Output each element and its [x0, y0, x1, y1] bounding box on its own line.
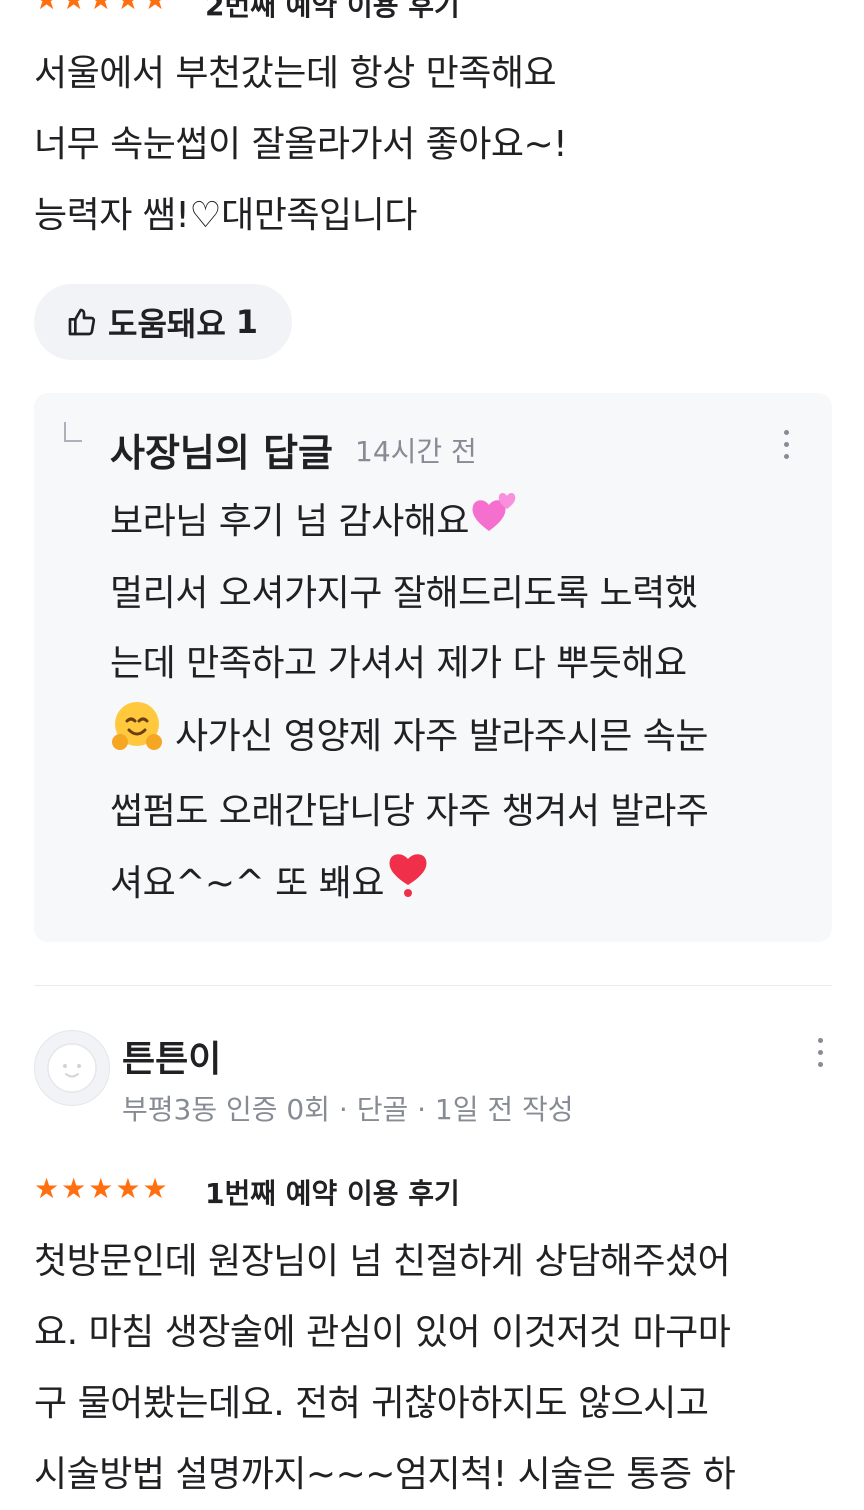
- review2-visit-label: 1번째 예약 이용 후기: [205, 1177, 460, 1210]
- star-icon: ★: [115, 0, 140, 14]
- two-hearts-emoji: [469, 487, 519, 559]
- review2-stars: ★ ★ ★ ★ ★: [34, 1175, 168, 1203]
- review2-line: 구 물어봤는데요. 전혀 귀찮아하지도 않으시고: [34, 1383, 709, 1424]
- review1-visit-label: 2번째 예약 이용 후기: [205, 0, 460, 22]
- reply-line: 썹펌도 오래간답니당 자주 챙겨서 발라주: [110, 791, 709, 832]
- review2-meta: 부평3동 인증 0회 · 단골 · 1일 전 작성: [122, 1093, 574, 1126]
- star-icon: ★: [142, 0, 167, 14]
- reply-line: 는데 만족하고 가셔서 제가 다 뿌듯해요: [110, 643, 687, 684]
- review2-more-button[interactable]: [806, 1038, 834, 1074]
- reply-title: 사장님의 답글: [110, 431, 333, 475]
- review2-line: 시술방법 설명까지~~~엄지척! 시술은 통증 하: [34, 1454, 736, 1495]
- review1-line: 서울에서 부천갔는데 항상 만족해요: [34, 53, 557, 94]
- more-vertical-icon: [817, 1038, 823, 1074]
- review1-line: 너무 속눈썹이 잘올라가서 좋아요~!: [34, 124, 568, 165]
- star-icon: ★: [115, 1172, 141, 1205]
- avatar[interactable]: [34, 1030, 110, 1106]
- star-icon: ★: [88, 1172, 114, 1205]
- review1-line: 능력자 쌤!♡대만족입니다: [34, 195, 417, 236]
- hugging-face-emoji: [110, 699, 164, 777]
- helpful-button[interactable]: 도움돼요 1: [34, 284, 292, 360]
- review1-body: 서울에서 부천갔는데 항상 만족해요 너무 속눈썹이 잘올라가서 좋아요~! 능…: [34, 38, 834, 251]
- star-icon: ★: [34, 0, 59, 14]
- review-divider: [34, 985, 832, 986]
- review2-line: 첫방문인데 원장님이 넘 친절하게 상담해주셨어: [34, 1241, 731, 1282]
- star-icon: ★: [61, 0, 86, 14]
- star-icon: ★: [142, 1172, 168, 1205]
- reply-line: 사가신 영양제 자주 발라주시믄 속눈: [110, 699, 810, 777]
- star-icon: ★: [88, 0, 113, 14]
- reply-time: 14시간 전: [355, 435, 477, 468]
- helpful-count: 1: [235, 303, 259, 341]
- review2-username[interactable]: 튼튼이: [122, 1030, 221, 1082]
- review1-stars: ★ ★ ★ ★ ★: [34, 0, 168, 14]
- helpful-label: 도움돼요: [108, 305, 226, 343]
- reply-line: 멀리서 오셔가지구 잘해드리도록 노력했: [110, 573, 698, 614]
- reply-arrow-icon: [64, 422, 82, 442]
- heart-exclamation-emoji: [384, 847, 432, 923]
- default-avatar-icon: [35, 1043, 109, 1105]
- review2-body: 첫방문인데 원장님이 넘 친절하게 상담해주셨어 요. 마침 생장술에 관심이 …: [34, 1226, 854, 1510]
- star-icon: ★: [34, 1172, 60, 1205]
- reply-line: 보라님 후기 넘 감사해요: [110, 487, 810, 559]
- more-vertical-icon: [783, 430, 789, 459]
- reply-more-button[interactable]: [772, 430, 800, 466]
- star-icon: ★: [61, 1172, 87, 1205]
- reply-line: 셔요^~^ 또 봬요: [110, 847, 810, 923]
- review2-line: 요. 마침 생장술에 관심이 있어 이것저것 마구마: [34, 1312, 731, 1353]
- thumbs-up-icon: [66, 306, 98, 338]
- reply-body: 보라님 후기 넘 감사해요 멀리서 오셔가지구 잘해드리도록 노력했 는데 만족…: [110, 487, 810, 923]
